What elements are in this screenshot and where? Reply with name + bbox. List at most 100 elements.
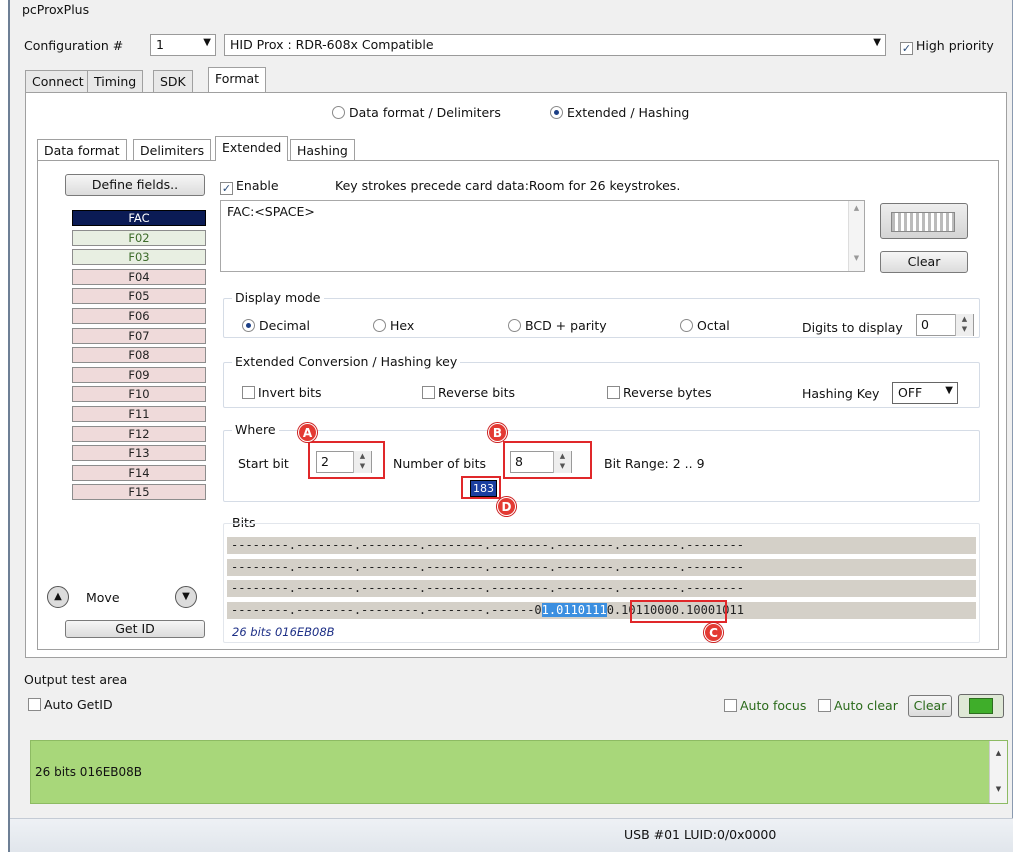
radio-extended-hashing[interactable]: Extended / Hashing [550, 105, 689, 120]
radio-decimal[interactable]: Decimal [242, 318, 310, 333]
tab-data-format[interactable]: Data format [37, 139, 127, 161]
chevron-down-icon: ▼ [873, 37, 881, 48]
green-indicator-icon [969, 698, 993, 714]
hashing-key-select[interactable]: OFF ▼ [892, 382, 958, 404]
tab-hashing[interactable]: Hashing [290, 139, 355, 161]
field-item-f12[interactable]: F12 [72, 425, 206, 442]
checkbox-icon [607, 386, 620, 399]
field-item-f04[interactable]: F04 [72, 268, 206, 285]
radio-octal[interactable]: Octal [680, 318, 730, 333]
keyboard-button[interactable] [880, 203, 968, 239]
field-item-f05[interactable]: F05 [72, 288, 206, 305]
invert-bits-checkbox[interactable]: Invert bits [242, 385, 322, 400]
device-select[interactable]: HID Prox : RDR-608x Compatible ▼ [224, 34, 886, 56]
enable-label: Enable [236, 178, 279, 193]
chevron-down-icon: ▼ [945, 385, 953, 396]
device-value: HID Prox : RDR-608x Compatible [230, 37, 434, 52]
digits-spinner[interactable]: 0 ▲ ▼ [916, 314, 974, 336]
conversion-group: Extended Conversion / Hashing key [223, 354, 980, 408]
field-item-f11[interactable]: F11 [72, 406, 206, 422]
bits-highlight: 1.0110111 [541, 603, 607, 617]
radio-selected-icon [550, 106, 563, 119]
bits-summary: 26 bits 016EB08B [232, 625, 335, 639]
annotation-box-a [308, 441, 385, 479]
marker-b: B [488, 423, 507, 442]
auto-focus-checkbox[interactable]: Auto focus [724, 698, 806, 713]
high-priority-label: High priority [916, 38, 994, 53]
keystrokes-text: FAC:<SPACE> [227, 204, 315, 219]
checkbox-icon [818, 699, 831, 712]
radio-icon [332, 106, 345, 119]
enable-checkbox[interactable]: ✓ Enable [220, 178, 279, 195]
test-button[interactable] [958, 694, 1004, 718]
auto-getid-label: Auto GetID [44, 697, 113, 712]
field-item-f07[interactable]: F07 [72, 327, 206, 344]
field-item-fac[interactable]: FAC [72, 210, 206, 226]
config-number-select[interactable]: 1 ▼ [150, 34, 216, 56]
where-title: Where [232, 422, 279, 437]
invert-bits-label: Invert bits [258, 385, 322, 400]
keystrokes-scrollbar[interactable]: ▲ ▼ [848, 201, 864, 271]
radio-hex[interactable]: Hex [373, 318, 414, 333]
bits-row: --------.--------.--------.--------.----… [227, 537, 976, 554]
field-item-f15[interactable]: F15 [72, 484, 206, 501]
tab-timing[interactable]: Timing [87, 70, 144, 92]
tab-extended[interactable]: Extended [215, 136, 289, 161]
config-label: Configuration # [24, 38, 124, 53]
keystrokes-clear-button[interactable]: Clear [880, 251, 968, 273]
marker-d: D [497, 497, 516, 516]
tab-connect[interactable]: Connect [25, 70, 91, 92]
checkbox-icon [28, 698, 41, 711]
field-item-f09[interactable]: F09 [72, 366, 206, 383]
annotation-box-c [630, 600, 727, 623]
high-priority-checkbox[interactable]: ✓ High priority [900, 38, 994, 55]
field-item-f13[interactable]: F13 [72, 445, 206, 462]
keystrokes-textarea[interactable]: FAC:<SPACE> [220, 200, 865, 272]
conversion-title: Extended Conversion / Hashing key [232, 354, 461, 369]
auto-focus-label: Auto focus [740, 698, 807, 713]
arrow-down-icon: ▼ [182, 591, 190, 602]
reverse-bytes-checkbox[interactable]: Reverse bytes [607, 385, 712, 400]
reverse-bits-checkbox[interactable]: Reverse bits [422, 385, 515, 400]
field-item-f03[interactable]: F03 [72, 249, 206, 266]
tab-format[interactable]: Format [208, 67, 267, 92]
field-item-f06[interactable]: F06 [72, 308, 206, 324]
radio-label: BCD + parity [525, 318, 607, 333]
hashing-key-value: OFF [898, 385, 923, 400]
move-down-button[interactable]: ▼ [175, 586, 197, 608]
radio-icon [373, 319, 386, 332]
output-clear-button[interactable]: Clear [908, 695, 952, 717]
tab-sdk[interactable]: SDK [153, 70, 193, 92]
auto-getid-checkbox[interactable]: Auto GetID [28, 697, 113, 712]
move-label: Move [86, 590, 120, 605]
bits-row: --------.--------.--------.--------.----… [227, 559, 976, 576]
define-fields-button[interactable]: Define fields.. [65, 174, 205, 196]
tab-delimiters[interactable]: Delimiters [133, 139, 212, 161]
digits-value: 0 [921, 317, 929, 332]
window-title: pcProxPlus [22, 2, 90, 17]
radio-bcd-parity[interactable]: BCD + parity [508, 318, 607, 333]
field-item-f08[interactable]: F08 [72, 347, 206, 364]
hashing-key-label: Hashing Key [802, 386, 880, 401]
marker-c: C [704, 623, 723, 642]
radio-label: Hex [390, 318, 415, 333]
bit-range-text: Bit Range: 2 .. 9 [604, 456, 705, 471]
marker-a: A [298, 423, 317, 442]
output-text: 26 bits 016EB08B [35, 765, 143, 779]
radio-data-format-delimiters[interactable]: Data format / Delimiters [332, 105, 501, 120]
output-scrollbar[interactable]: ▲ ▼ [989, 741, 1007, 803]
field-item-f02[interactable]: F02 [72, 229, 206, 246]
radio-label: Octal [697, 318, 730, 333]
bits-prefix: --------.--------.--------.--------.----… [231, 603, 542, 617]
field-item-f14[interactable]: F14 [72, 464, 206, 481]
output-text-area[interactable]: 26 bits 016EB08B ▲ ▼ [30, 740, 1008, 804]
reverse-bytes-label: Reverse bytes [623, 385, 712, 400]
checkbox-icon [724, 699, 737, 712]
keystrokes-info: Key strokes precede card data:Room for 2… [335, 178, 681, 193]
auto-clear-checkbox[interactable]: Auto clear [818, 698, 898, 713]
field-item-f10[interactable]: F10 [72, 386, 206, 403]
checkbox-icon [422, 386, 435, 399]
move-up-button[interactable]: ▲ [47, 586, 69, 608]
get-id-button[interactable]: Get ID [65, 620, 205, 638]
radio-selected-icon [242, 319, 255, 332]
